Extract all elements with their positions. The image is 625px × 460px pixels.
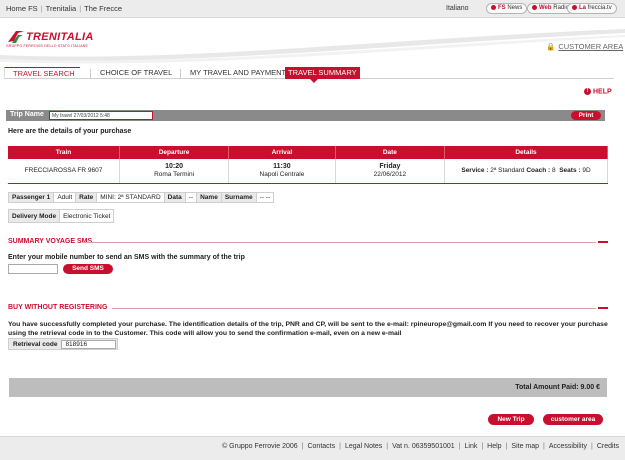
mobile-number-input[interactable]	[8, 264, 58, 274]
home-fs-link[interactable]: Home FS	[6, 4, 38, 13]
news-dot-icon	[491, 4, 496, 10]
footer-contacts-link[interactable]: Contacts	[307, 443, 335, 450]
col-date: Date	[335, 146, 446, 159]
footer-site-map-link[interactable]: Site map	[511, 443, 539, 450]
radio-dot-icon	[532, 4, 537, 10]
departure-cell: 10:20 Roma Termini	[119, 159, 230, 184]
name-label: Name	[197, 193, 222, 202]
train-cell: FRECCIAROSSA FR 9607	[8, 159, 121, 184]
passenger-title: Passenger 1	[9, 193, 55, 202]
footer-accessibility-link[interactable]: Accessibility	[549, 443, 587, 450]
customer-area-link[interactable]: 🔒 CUSTOMER AREA	[546, 42, 623, 51]
buy-section-collapse-icon[interactable]	[598, 307, 608, 309]
logo-subtitle: GRUPPO FERROVIE DELLO STATO ITALIANE	[6, 44, 89, 48]
la-freccia-tv-badge[interactable]: La freccia.tv	[567, 3, 617, 14]
footer-legal-notes-link[interactable]: Legal Notes	[345, 443, 382, 450]
footer-vat: Vat n. 06359501001	[392, 443, 455, 450]
col-train: Train	[8, 146, 121, 159]
top-bar: Home FS | Trenitalia | The Frecce Italiano F…	[0, 0, 625, 18]
footer-help-link[interactable]: Help	[487, 443, 501, 450]
date-cell: Friday 22/06/2012	[335, 159, 446, 184]
new-trip-button[interactable]: New Trip	[488, 414, 534, 425]
tv-dot-icon	[572, 4, 577, 10]
active-tab-arrow-icon	[310, 79, 318, 83]
customer-area-button[interactable]: customer area	[543, 414, 603, 425]
col-details: Details	[444, 146, 608, 159]
trip-name-label: Trip Name	[10, 111, 44, 118]
delivery-mode-table: Delivery Mode Electronic Ticket	[8, 209, 115, 223]
help-link[interactable]: ! HELP	[584, 88, 612, 95]
rate-label: Rate	[76, 193, 98, 202]
trip-name-bar: Trip Name Print	[6, 110, 605, 121]
retrieval-code-value: 818916	[61, 340, 117, 349]
details-cell: Service : 2ª Standard Coach : 8 Seats : …	[444, 159, 608, 184]
site-footer: © Gruppo Ferrovie 2006 | Contacts | Legal No…	[0, 436, 625, 460]
top-links: Home FS | Trenitalia | The Frecce	[6, 4, 123, 13]
print-button[interactable]: Print	[571, 111, 601, 120]
retrieval-code-box: Retrieval code 818916	[8, 338, 119, 350]
journey-header-row: Train Departure Arrival Date Details	[8, 146, 608, 159]
retrieval-code-label: Retrieval code	[13, 341, 58, 348]
purchase-confirmation-text: You have successfully completed your pur…	[8, 321, 608, 337]
footer-links: © Gruppo Ferrovie 2006 | Contacts | Legal No…	[222, 443, 619, 450]
sms-section-divider	[82, 242, 596, 243]
col-departure: Departure	[119, 146, 230, 159]
passenger-type: Adult	[54, 193, 77, 202]
site-header: TRENITALIA GRUPPO FERROVIE DELLO STATO I…	[0, 19, 625, 65]
header-swoosh-icon	[0, 29, 625, 64]
total-bar: Total Amount Paid: 9.00 €	[9, 378, 607, 397]
fs-news-badge[interactable]: FS News	[486, 3, 528, 14]
buy-section-title: BUY WITHOUT REGISTERING	[8, 304, 108, 311]
copyright: © Gruppo Ferrovie 2006	[222, 443, 298, 450]
surname-value: -- --	[259, 194, 271, 201]
total-amount: Total Amount Paid: 9.00 €	[515, 384, 600, 391]
data-label: Data	[164, 193, 186, 202]
table-row: FRECCIAROSSA FR 9607 10:20 Roma Termini 1…	[8, 159, 608, 184]
data-value: --	[186, 193, 198, 202]
language-link[interactable]: Italiano	[446, 5, 469, 12]
trenitalia-link[interactable]: Trenitalia	[46, 4, 77, 13]
col-arrival: Arrival	[228, 146, 336, 159]
tab-travel-search[interactable]: TRAVEL SEARCH	[4, 67, 80, 79]
passenger-table: Passenger 1 Adult Rate MINI: 2ª STANDARD…	[8, 192, 275, 203]
buy-section-divider	[112, 308, 596, 309]
tab-my-travel-and-payment[interactable]: MY TRAVEL AND PAYMENT	[182, 67, 286, 79]
logo-text: TRENITALIA	[26, 31, 94, 43]
sms-section-collapse-icon[interactable]	[598, 241, 608, 243]
tab-travel-summary[interactable]: TRAVEL SUMMARY	[285, 67, 360, 79]
help-icon: !	[584, 88, 591, 95]
footer-link-link[interactable]: Link	[465, 443, 478, 450]
delivery-mode-label: Delivery Mode	[9, 210, 61, 222]
sms-section-title: SUMMARY VOYAGE SMS	[8, 238, 93, 245]
surname-label: Surname	[221, 193, 257, 202]
lock-icon: 🔒	[546, 42, 556, 51]
rate-value: MINI: 2ª STANDARD	[97, 193, 165, 202]
trip-name-input[interactable]	[49, 111, 153, 120]
delivery-mode-value: Electronic Ticket	[63, 213, 111, 220]
footer-credits-link[interactable]: Credits	[597, 443, 619, 450]
journey-table: Train Departure Arrival Date Details FRE…	[8, 146, 608, 184]
the-frecce-link[interactable]: The Frecce	[84, 4, 122, 13]
sms-instruction: Enter your mobile number to send an SMS …	[8, 254, 245, 261]
send-sms-button[interactable]: Send SMS	[63, 264, 113, 274]
purchase-details-heading: Here are the details of your purchase	[8, 128, 132, 135]
step-tabs: TRAVEL SEARCH CHOICE OF TRAVEL MY TRAVEL…	[4, 67, 614, 79]
tab-choice-of-travel[interactable]: CHOICE OF TRAVEL	[92, 67, 172, 79]
arrival-cell: 11:30 Napoli Centrale	[228, 159, 336, 184]
